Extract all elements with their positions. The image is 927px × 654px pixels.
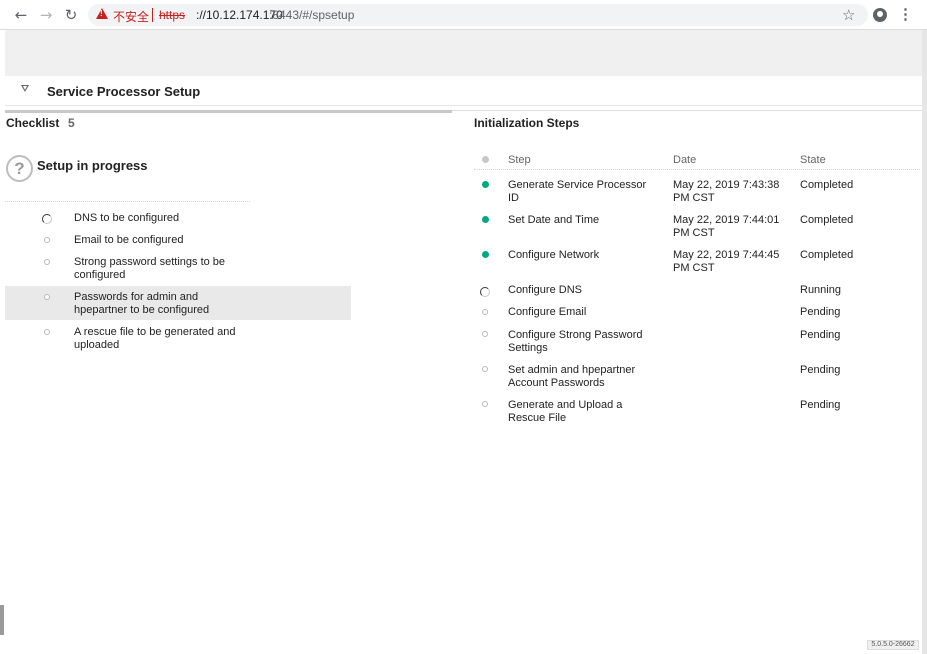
browser-menu-icon[interactable]: ⋮	[898, 6, 913, 24]
security-label[interactable]: 不安全	[113, 8, 149, 25]
spinner-icon	[480, 287, 490, 297]
step-name: Configure Email	[508, 306, 587, 318]
checklist-tab-indicator	[5, 110, 452, 113]
step-state: Completed	[800, 214, 854, 226]
url-scheme[interactable]: https	[159, 8, 185, 22]
step-state: Pending	[800, 399, 841, 411]
column-header-step[interactable]: Step	[508, 154, 531, 166]
warning-triangle-icon[interactable]	[96, 8, 108, 19]
account-icon[interactable]	[873, 8, 887, 22]
pending-dot-icon	[44, 329, 50, 335]
pending-dot-icon	[482, 401, 488, 407]
init-panel-rule	[452, 110, 922, 111]
step-name: Generate Service Processor ID	[508, 179, 647, 204]
checklist-item[interactable]: Strong password settings to be configure…	[5, 255, 351, 283]
pending-dot-icon	[44, 294, 50, 300]
app-header	[5, 30, 922, 76]
page-scrollbar[interactable]	[922, 30, 927, 654]
checklist-item[interactable]: DNS to be configured	[5, 211, 351, 225]
back-arrow-icon[interactable]: ←	[12, 6, 30, 24]
step-state: Running	[800, 284, 841, 296]
url-path[interactable]: :8443/#/spsetup	[269, 8, 354, 22]
checklist-item-label: DNS to be configured	[74, 212, 180, 224]
step-name: Configure Network	[508, 249, 600, 261]
checklist-item-label: A rescue file to be generated and upload…	[74, 326, 236, 351]
pending-dot-icon	[44, 237, 50, 243]
checklist-item-label: Strong password settings to be configure…	[74, 256, 226, 281]
completed-dot-icon	[482, 251, 489, 258]
spinner-icon	[42, 214, 52, 224]
checklist-item[interactable]: A rescue file to be generated and upload…	[5, 325, 351, 353]
checklist-title: Checklist	[6, 116, 60, 130]
checklist-divider	[5, 201, 250, 202]
pending-dot-icon	[482, 366, 488, 372]
step-date: May 22, 2019 7:43:38 PM CST	[673, 179, 780, 204]
step-date: May 22, 2019 7:44:45 PM CST	[673, 249, 780, 274]
version-badge: 5.0.5.0-26662	[867, 640, 919, 650]
checklist-item-highlighted[interactable]: Passwords for admin and hpepartner to be…	[5, 286, 351, 320]
step-name: Configure DNS	[508, 284, 582, 296]
pending-dot-icon	[482, 309, 488, 315]
step-state: Completed	[800, 179, 854, 191]
reload-icon[interactable]: ↻	[62, 6, 80, 24]
browser-toolbar: ← → ↻ 不安全 https ://10.12.174.170 :8443/#…	[0, 0, 927, 30]
table-header-divider	[474, 169, 920, 170]
setup-status-heading: Setup in progress	[37, 158, 148, 173]
step-name: Set admin and hpepartner Account Passwor…	[508, 364, 636, 389]
page-title: Service Processor Setup	[47, 84, 201, 99]
checklist-item[interactable]: Email to be configured	[5, 233, 351, 247]
checklist-item-label: Passwords for admin and hpepartner to be…	[74, 291, 210, 316]
address-divider	[152, 8, 153, 22]
step-state: Pending	[800, 306, 841, 318]
step-date: May 22, 2019 7:44:01 PM CST	[673, 214, 780, 239]
step-state: Pending	[800, 364, 841, 376]
bookmark-star-icon[interactable]: ☆	[842, 6, 855, 24]
window-edge-mark	[0, 605, 4, 635]
step-name: Configure Strong Password Settings	[508, 329, 643, 354]
filter-icon[interactable]	[21, 85, 29, 92]
step-state: Completed	[800, 249, 854, 261]
init-steps-title: Initialization Steps	[474, 116, 580, 130]
column-header-date[interactable]: Date	[673, 154, 696, 166]
column-header-state[interactable]: State	[800, 154, 826, 166]
pending-dot-icon	[44, 259, 50, 265]
pending-dot-icon	[482, 331, 488, 337]
step-name: Generate and Upload a Rescue File	[508, 399, 623, 424]
checklist-item-label: Email to be configured	[74, 234, 184, 246]
question-mark-icon: ?	[6, 155, 33, 182]
checklist-count: 5	[68, 116, 75, 130]
page-title-bar: Service Processor Setup	[5, 76, 922, 106]
status-header-dot-icon	[482, 156, 489, 163]
forward-arrow-icon[interactable]: →	[37, 6, 55, 24]
address-bar[interactable]: 不安全 https ://10.12.174.170 :8443/#/spset…	[88, 4, 868, 26]
step-name: Set Date and Time	[508, 214, 600, 226]
completed-dot-icon	[482, 216, 489, 223]
completed-dot-icon	[482, 181, 489, 188]
step-state: Pending	[800, 329, 841, 341]
